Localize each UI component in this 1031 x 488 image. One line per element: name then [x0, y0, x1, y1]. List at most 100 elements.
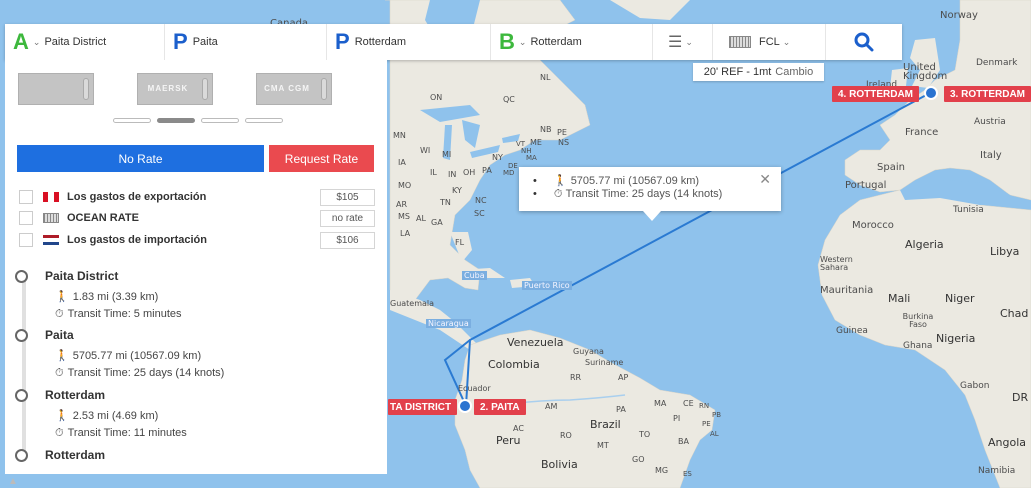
leg-distance-text: 1.83 mi (3.39 km)	[72, 291, 159, 303]
origin-port-field[interactable]: P Paita	[165, 24, 327, 60]
map-label: MO	[398, 181, 412, 190]
carrier-thumbnail[interactable]	[18, 73, 94, 105]
carousel-dot[interactable]	[113, 118, 151, 123]
map-label: Gabon	[960, 381, 990, 391]
map-label: NB	[540, 125, 552, 134]
map-label: WI	[420, 146, 431, 155]
stop-name: Paita District	[45, 269, 119, 283]
container-type-dropdown[interactable]: FCL ⌄	[713, 24, 826, 60]
stop-circle-icon	[15, 270, 28, 283]
carousel-dot[interactable]	[245, 118, 283, 123]
stopwatch-icon: ⏱	[55, 427, 64, 439]
map-label: DR	[1012, 391, 1029, 404]
no-rate-button[interactable]: No Rate	[17, 145, 264, 172]
leg-distance-text: 5705.77 mi (10567.09 km)	[72, 350, 202, 362]
map-label: ME	[530, 138, 542, 147]
map-label: Mali	[888, 292, 911, 305]
ocean-rate-checkbox[interactable]	[19, 211, 33, 225]
map-label: NY	[492, 153, 503, 162]
map-label: RN	[699, 402, 710, 410]
map-label: Denmark	[976, 58, 1018, 68]
map-label: Nicaragua	[426, 319, 471, 328]
origin-port-value: Paita	[192, 36, 218, 48]
map-label: PE	[702, 420, 711, 428]
carrier-brand: MAERSK	[147, 84, 189, 93]
carrier-thumbnail[interactable]: MAERSK	[137, 73, 213, 105]
map-label: AL	[416, 214, 426, 223]
destination-field[interactable]: B ⌄ Rotterdam	[491, 24, 653, 60]
leg-transit: ⏱ Transit Time: 11 minutes	[55, 427, 187, 440]
leg-distance: 🚶 5705.77 mi (10567.09 km)	[55, 349, 201, 362]
map-label: Guatemala	[390, 299, 435, 308]
map-label: Peru	[496, 434, 521, 447]
map-label: IA	[398, 158, 406, 167]
map-label: TO	[639, 430, 651, 439]
map-label: Puerto Rico	[522, 281, 572, 290]
leg-distance: 🚶 1.83 mi (3.39 km)	[55, 290, 158, 303]
carousel-dot-active[interactable]	[157, 118, 195, 123]
scroll-up-icon[interactable]: ▲	[8, 476, 18, 487]
destination-port-field[interactable]: P Rotterdam	[327, 24, 491, 60]
change-container-link[interactable]: Cambio	[775, 66, 813, 78]
popup-transit-text: Transit Time: 25 days (14 knots)	[565, 188, 723, 200]
port-marker-rotterdam[interactable]	[924, 86, 938, 100]
map-label: Brazil	[590, 418, 621, 431]
thermometer-icon	[321, 78, 327, 100]
request-rate-button[interactable]: Request Rate	[269, 145, 374, 172]
map-label: ES	[683, 470, 692, 478]
map-label: QC	[503, 95, 515, 104]
map-label: SC	[474, 209, 485, 218]
map-label: GA	[431, 218, 443, 227]
export-checkbox[interactable]	[19, 190, 33, 204]
carousel-pagination	[113, 118, 283, 123]
map-label: AM	[545, 402, 558, 411]
stop-circle-icon	[15, 389, 28, 402]
map-label: Niger	[945, 292, 975, 305]
popup-transit: ⏱ Transit Time: 25 days (14 knots)	[533, 188, 722, 201]
cost-label: OCEAN RATE	[43, 212, 320, 224]
stopwatch-icon: ⏱	[55, 308, 64, 320]
map-label: MN	[393, 131, 406, 140]
container-type-value: FCL	[759, 36, 780, 48]
origin-marker-letter: A	[13, 29, 29, 54]
map-label: LA	[400, 229, 411, 238]
carousel-dot[interactable]	[201, 118, 239, 123]
map-label: AL	[710, 430, 719, 438]
map-label: Ecuador	[458, 384, 491, 393]
search-button[interactable]	[826, 24, 902, 60]
close-icon[interactable]: ✕	[759, 171, 771, 188]
map-label: PA	[482, 166, 492, 175]
cost-label: Los gastos de exportación	[43, 191, 320, 203]
map-label: Angola	[988, 436, 1027, 449]
search-icon	[854, 32, 874, 52]
container-selector[interactable]: 20' REF - 1mt Cambio	[693, 63, 824, 81]
port-label-paita-district[interactable]: TA DISTRICT	[388, 399, 458, 415]
origin-field[interactable]: A ⌄ Paita District	[5, 24, 165, 60]
chevron-down-icon: ⌄	[782, 36, 791, 47]
cost-value: $105	[320, 188, 375, 206]
netherlands-flag-icon	[43, 235, 59, 245]
chevron-down-icon: ⌄	[685, 36, 693, 47]
origin-value: Paita District	[44, 36, 107, 48]
map-label: KY	[452, 186, 462, 195]
map-label: MA	[654, 399, 667, 408]
walker-icon: 🚶	[55, 291, 69, 303]
land-greenland	[610, 0, 690, 20]
destination-port-value: Rotterdam	[354, 36, 407, 48]
port-label-rotterdam-3[interactable]: 3. ROTTERDAM	[944, 86, 1031, 102]
leg-transit: ⏱ Transit Time: 25 days (14 knots)	[55, 367, 224, 380]
carrier-thumbnail[interactable]: CMA CGM	[256, 73, 332, 105]
port-marker-paita[interactable]	[458, 399, 472, 413]
cost-label-text: OCEAN RATE	[67, 212, 139, 224]
map-label: ON	[430, 93, 443, 102]
map-label: Spain	[877, 162, 905, 173]
port-label-paita[interactable]: 2. PAITA	[474, 399, 526, 415]
map-label: Ghana	[903, 341, 933, 351]
list-dropdown[interactable]: ☰ ⌄	[653, 24, 713, 60]
port-label-rotterdam-4[interactable]: 4. ROTTERDAM	[832, 86, 919, 102]
container-label: 20' REF - 1mt	[703, 66, 772, 78]
map-label: Morocco	[852, 220, 894, 231]
map-label: AR	[396, 200, 408, 209]
import-checkbox[interactable]	[19, 233, 33, 247]
map-label: MS	[398, 212, 410, 221]
